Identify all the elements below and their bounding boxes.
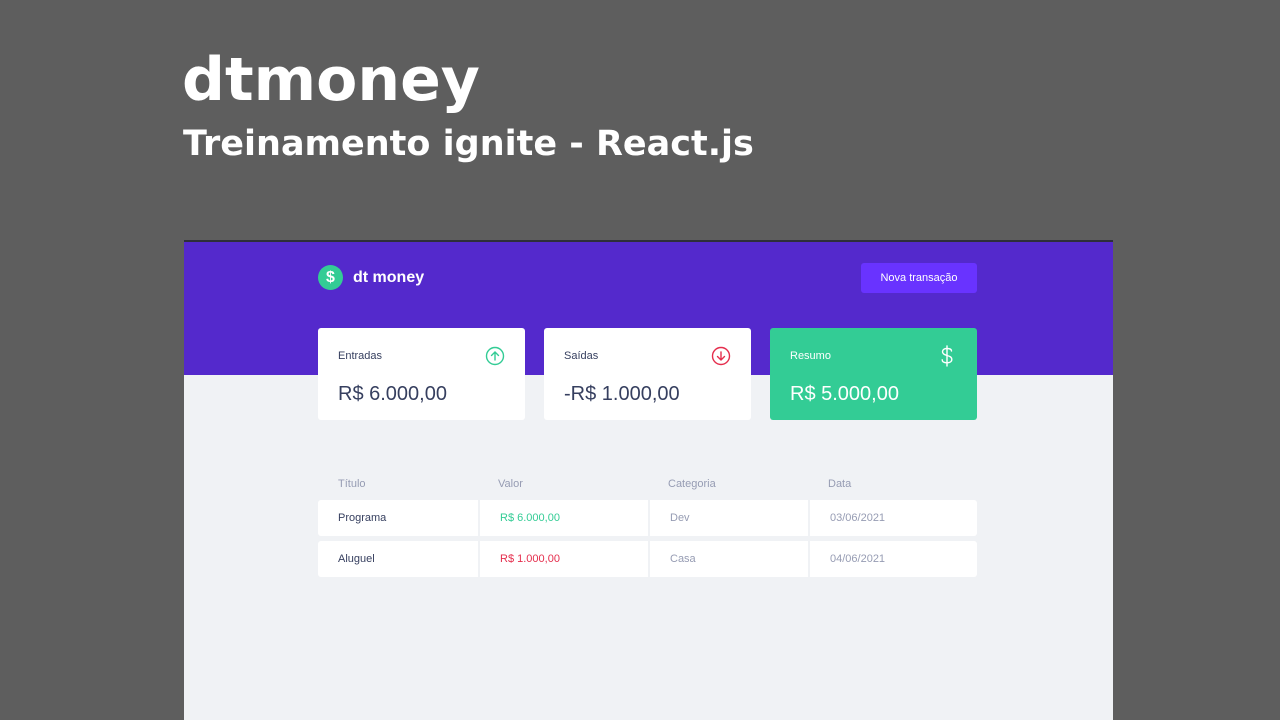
transaction-title: Aluguel [338,553,375,565]
outcome-label: Saídas [564,350,599,362]
total-value: R$ 5.000,00 [790,383,899,405]
transaction-date: 04/06/2021 [808,541,977,577]
column-header-category: Categoria [668,478,716,490]
logo-text: dt money [353,268,425,286]
column-header-title: Título [338,478,366,490]
transaction-category: Casa [648,541,808,577]
dollar-logo-icon: $ [318,265,343,290]
outcome-card: Saídas -R$ 1.000,00 [544,328,751,420]
transaction-amount: R$ 1.000,00 [478,541,648,577]
transaction-date: 03/06/2021 [808,500,977,536]
app-screenshot: $ dt money Nova transação Entradas R$ 6.… [184,240,1113,720]
table-row[interactable]: Programa R$ 6.000,00 Dev 03/06/2021 [318,500,977,536]
transaction-title: Programa [338,512,387,524]
dollar-icon [937,344,957,368]
logo: $ dt money [318,265,424,290]
hero-title: dtmoney [182,45,480,115]
total-label: Resumo [790,350,831,362]
income-card: Entradas R$ 6.000,00 [318,328,525,420]
income-value: R$ 6.000,00 [338,383,447,405]
hero-subtitle: Treinamento ignite - React.js [183,124,754,164]
transaction-category: Dev [648,500,808,536]
total-card: Resumo R$ 5.000,00 [770,328,977,420]
transaction-amount: R$ 6.000,00 [478,500,648,536]
outcome-value: -R$ 1.000,00 [564,383,680,405]
transactions-table: Título Valor Categoria Data Programa R$ … [318,468,977,582]
arrow-circle-up-icon [485,346,505,366]
new-transaction-button[interactable]: Nova transação [861,263,977,293]
column-header-date: Data [828,478,852,490]
table-header: Título Valor Categoria Data [318,468,977,500]
table-row[interactable]: Aluguel R$ 1.000,00 Casa 04/06/2021 [318,541,977,577]
arrow-circle-down-icon [711,346,731,366]
income-label: Entradas [338,350,383,362]
column-header-amount: Valor [498,478,523,490]
